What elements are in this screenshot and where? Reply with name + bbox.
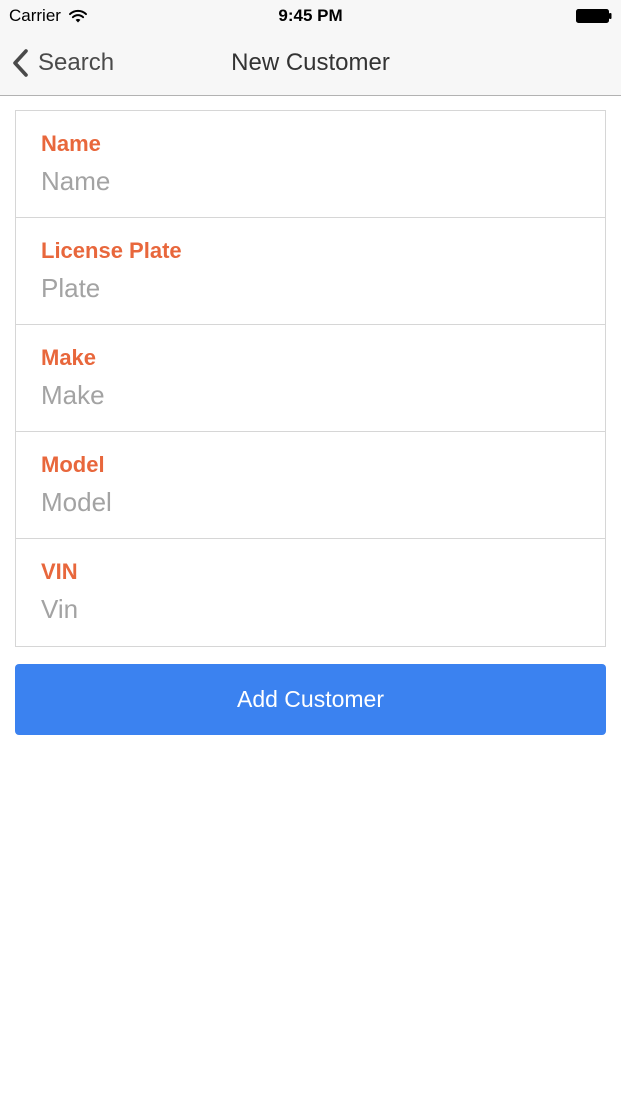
page-title: New Customer [231,49,390,76]
screen: Carrier 9:45 PM Search New Customer Name [0,0,621,1104]
make-field-label: Make [41,345,97,370]
license-plate-field-label: License Plate [41,238,182,263]
license-plate-field[interactable] [41,272,581,304]
vin-field-label: VIN [41,559,78,584]
form-row-vin: VIN [16,539,605,646]
status-bar: Carrier 9:45 PM [0,0,621,32]
form-row-make: Make [16,325,605,432]
model-field[interactable] [41,486,581,518]
make-field[interactable] [41,379,581,411]
name-field-label: Name [41,131,101,156]
form-row-name: Name [16,111,605,218]
battery-full-icon [576,9,612,23]
status-time: 9:45 PM [278,6,343,25]
name-field[interactable] [41,165,581,197]
customer-form: Name License Plate Make Model VIN [15,110,606,647]
model-field-label: Model [41,452,105,477]
form-row-model: Model [16,432,605,539]
add-customer-button[interactable]: Add Customer [15,664,606,735]
vin-field[interactable] [41,593,581,625]
navigation-bar: Search New Customer [0,32,621,96]
form-row-license-plate: License Plate [16,218,605,325]
